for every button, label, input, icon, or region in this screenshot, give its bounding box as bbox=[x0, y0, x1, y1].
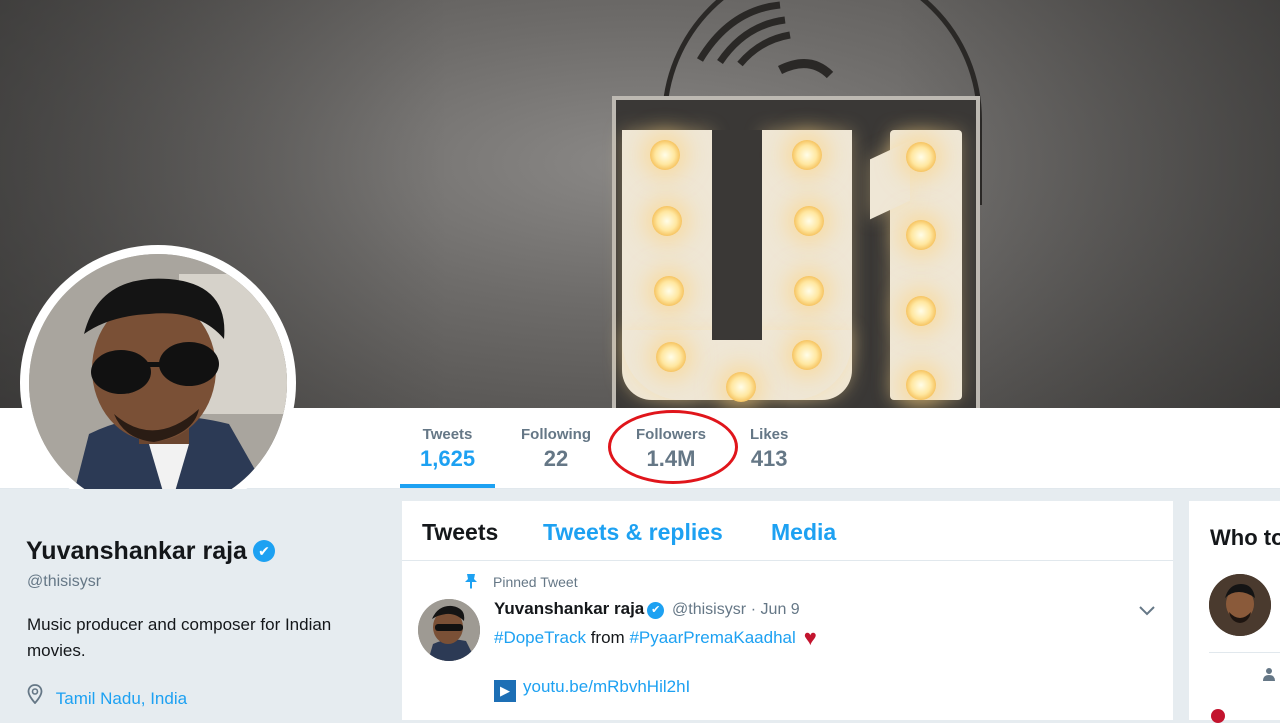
marquee-bulb bbox=[654, 276, 684, 306]
profile-bio: Music producer and composer for Indian m… bbox=[27, 615, 332, 660]
marquee-bulb bbox=[906, 142, 936, 172]
timeline: Tweets Tweets & replies Media Pinned Twe… bbox=[402, 501, 1173, 720]
marquee-bulb bbox=[726, 372, 756, 402]
chevron-down-icon[interactable] bbox=[1138, 601, 1156, 622]
tweet-author-handle[interactable]: @thisisysr bbox=[672, 601, 746, 618]
location-pin-icon bbox=[27, 684, 48, 708]
tweet-text: #DopeTrack from #PyaarPremaKaadhal ♥ bbox=[494, 625, 817, 651]
tweet-author-avatar[interactable] bbox=[418, 599, 480, 661]
stat-label: Following bbox=[521, 426, 591, 443]
avatar-photo bbox=[29, 254, 287, 512]
suggested-avatar-graphic bbox=[1209, 574, 1271, 636]
tweet-avatar-graphic bbox=[418, 599, 480, 661]
tab-media[interactable]: Media bbox=[771, 519, 836, 546]
stat-value: 413 bbox=[750, 446, 788, 471]
nav-stat-following[interactable]: Following 22 bbox=[521, 426, 591, 472]
hashtag-link[interactable]: #DopeTrack bbox=[494, 628, 586, 647]
who-to-follow-panel: Who to bbox=[1189, 501, 1280, 723]
tweet-author-name[interactable]: Yuvanshankar raja bbox=[494, 599, 644, 618]
followers-highlight-circle bbox=[608, 410, 738, 484]
tweet-url-text: youtu.be/mRbvhHil2hI bbox=[523, 677, 691, 696]
marquee-bulb bbox=[656, 342, 686, 372]
hashtag-link[interactable]: #PyaarPremaKaadhal bbox=[629, 628, 795, 647]
tweet-header: Yuvanshankar raja ✔ @thisisysr · Jun 9 bbox=[494, 599, 800, 619]
nav-stat-likes[interactable]: Likes 413 bbox=[750, 426, 788, 472]
stat-label: Likes bbox=[750, 426, 789, 443]
tweet-text-mid: from bbox=[590, 628, 625, 647]
tweet-date[interactable]: · Jun 9 bbox=[751, 601, 800, 618]
red-dot-icon bbox=[1211, 709, 1225, 723]
marquee-bulb bbox=[906, 296, 936, 326]
marquee-bulb bbox=[794, 206, 824, 236]
timeline-tabs: Tweets Tweets & replies Media bbox=[402, 501, 1173, 561]
verified-badge-icon: ✔ bbox=[252, 540, 275, 562]
stat-value: 1,625 bbox=[420, 446, 476, 471]
stat-label: Tweets bbox=[422, 426, 473, 443]
marquee-bulb bbox=[650, 140, 680, 170]
sign-letter-u-gap bbox=[712, 130, 762, 340]
location-text: Tamil Nadu, India bbox=[55, 689, 188, 708]
nav-stat-tweets[interactable]: Tweets 1,625 bbox=[399, 426, 496, 488]
pinned-pushpin-icon bbox=[464, 573, 478, 593]
profile-location[interactable]: Tamil Nadu, India bbox=[27, 684, 187, 709]
who-to-follow-title: Who to bbox=[1210, 525, 1280, 550]
profile-name-text: Yuvanshankar raja bbox=[26, 537, 247, 565]
avatar-portrait-graphic bbox=[29, 254, 287, 512]
play-icon: ▶ bbox=[494, 680, 516, 702]
profile-avatar[interactable] bbox=[20, 245, 296, 521]
profile-name[interactable]: Yuvanshankar raja ✔ bbox=[26, 537, 275, 566]
marquee-bulb bbox=[906, 220, 936, 250]
vinyl-record-graphic bbox=[696, 1, 834, 79]
pinned-tweet-label: Pinned Tweet bbox=[493, 574, 578, 590]
profile-handle[interactable]: @thisisysr bbox=[27, 573, 101, 591]
stat-value: 22 bbox=[543, 446, 569, 471]
person-icon bbox=[1263, 667, 1275, 684]
marquee-bulb bbox=[792, 140, 822, 170]
tab-tweets[interactable]: Tweets bbox=[422, 519, 498, 546]
marquee-bulb bbox=[652, 206, 682, 236]
divider bbox=[1209, 652, 1280, 653]
tweet-verified-icon: ✔ bbox=[647, 602, 665, 619]
heart-emoji-icon: ♥ bbox=[803, 625, 817, 650]
tab-tweets-replies[interactable]: Tweets & replies bbox=[543, 519, 723, 546]
marquee-bulb bbox=[792, 340, 822, 370]
marquee-bulb bbox=[794, 276, 824, 306]
marquee-bulb bbox=[906, 370, 936, 400]
tweet-url-link[interactable]: ▶ youtu.be/mRbvhHil2hI bbox=[494, 677, 690, 702]
suggested-user-avatar[interactable] bbox=[1209, 574, 1271, 636]
